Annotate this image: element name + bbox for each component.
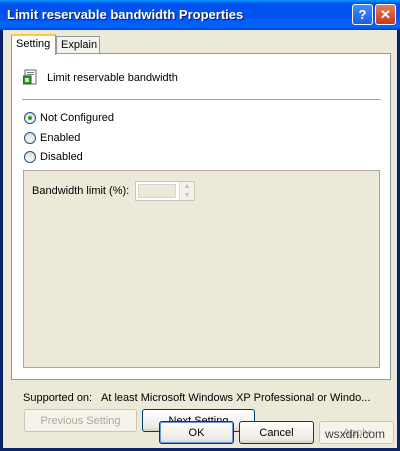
options-box: Bandwidth limit (%): ▲ ▼	[23, 170, 380, 368]
tab-setting[interactable]: Setting	[11, 34, 56, 55]
radio-disabled[interactable]	[24, 151, 36, 163]
ok-button[interactable]: OK	[159, 421, 234, 444]
stepper-up-icon[interactable]: ▲	[179, 182, 194, 191]
stepper-buttons: ▲ ▼	[179, 182, 194, 200]
supported-on-label: Supported on:	[23, 392, 93, 404]
help-icon: ?	[358, 7, 367, 22]
supported-on-value: At least Microsoft Windows XP Profession…	[101, 392, 371, 404]
bandwidth-limit-label: Bandwidth limit (%):	[32, 185, 130, 197]
stepper-down-icon[interactable]: ▼	[179, 191, 194, 200]
tab-explain[interactable]: Explain	[56, 36, 100, 54]
radio-enabled[interactable]	[24, 132, 36, 144]
bandwidth-limit-field[interactable]	[138, 184, 176, 198]
radio-not-configured-label[interactable]: Not Configured	[40, 112, 114, 124]
help-button[interactable]: ?	[352, 4, 373, 25]
watermark: wsxdn.com	[325, 427, 386, 441]
properties-window: Limit reservable bandwidth Properties ? …	[0, 0, 400, 451]
close-button[interactable]: ✕	[375, 4, 396, 25]
window-title: Limit reservable bandwidth Properties	[7, 7, 244, 22]
policy-name: Limit reservable bandwidth	[47, 72, 178, 84]
policy-icon	[23, 69, 37, 85]
radio-disabled-label[interactable]: Disabled	[40, 151, 83, 163]
close-icon: ✕	[380, 6, 391, 22]
bandwidth-limit-stepper[interactable]: ▲ ▼	[135, 181, 195, 201]
separator	[22, 99, 381, 100]
cancel-button[interactable]: Cancel	[239, 421, 314, 444]
radio-not-configured[interactable]	[24, 112, 36, 124]
dialog-client-area: Setting Explain Limit reservable bandwid…	[3, 30, 397, 448]
radio-enabled-label[interactable]: Enabled	[40, 132, 80, 144]
title-bar[interactable]: Limit reservable bandwidth Properties ? …	[0, 0, 400, 30]
previous-setting-button[interactable]: Previous Setting	[24, 409, 137, 432]
setting-panel: Limit reservable bandwidth Not Configure…	[11, 53, 391, 380]
